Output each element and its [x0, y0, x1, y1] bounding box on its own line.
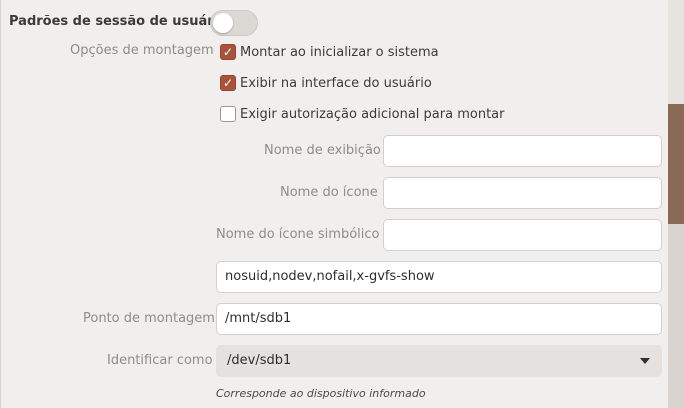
background-lower-panel — [668, 224, 684, 408]
display-name-label: Nome de exibição — [264, 143, 381, 158]
mount-at-startup-label: Montar ao inicializar o sistema — [240, 44, 439, 60]
identify-as-value: /dev/sdb1 — [227, 353, 292, 368]
show-in-ui-checkbox[interactable]: ✓ — [220, 75, 236, 91]
symbolic-icon-name-input[interactable] — [383, 219, 662, 251]
chevron-down-icon — [640, 358, 650, 364]
background-window-edge — [668, 0, 684, 408]
mount-at-startup-row[interactable]: ✓ Montar ao inicializar o sistema — [220, 43, 439, 61]
show-in-ui-row[interactable]: ✓ Exibir na interface do usuário — [220, 74, 432, 92]
user-session-defaults-label: Padrões de sessão de usuário — [9, 14, 228, 29]
identify-hint: Corresponde ao dispositivo informado — [216, 387, 426, 400]
mount-options-string-input[interactable]: nosuid,nodev,nofail,x-gvfs-show — [216, 261, 662, 293]
background-accent-panel — [668, 104, 684, 224]
identify-as-dropdown[interactable]: /dev/sdb1 — [216, 345, 662, 377]
mount-point-input[interactable]: /mnt/sdb1 — [216, 303, 662, 335]
mount-point-label: Ponto de montagem — [83, 311, 215, 326]
display-name-input[interactable] — [383, 135, 662, 167]
mount-options-dialog: Padrões de sessão de usuário Opções de m… — [0, 0, 668, 408]
switch-knob — [213, 13, 233, 33]
mount-at-startup-checkbox[interactable]: ✓ — [220, 44, 236, 60]
require-auth-checkbox[interactable] — [220, 106, 236, 122]
symbolic-icon-name-label: Nome do ícone simbólico — [216, 227, 380, 242]
icon-name-label: Nome do ícone — [280, 185, 378, 200]
mount-options-label: Opções de montagem — [70, 43, 214, 58]
user-session-defaults-switch[interactable] — [210, 10, 258, 36]
icon-name-input[interactable] — [383, 177, 662, 209]
show-in-ui-label: Exibir na interface do usuário — [240, 75, 432, 91]
identify-as-label: Identificar como — [107, 353, 213, 368]
require-auth-label: Exigir autorização adicional para montar — [240, 106, 505, 122]
require-auth-row[interactable]: Exigir autorização adicional para montar — [220, 105, 504, 123]
